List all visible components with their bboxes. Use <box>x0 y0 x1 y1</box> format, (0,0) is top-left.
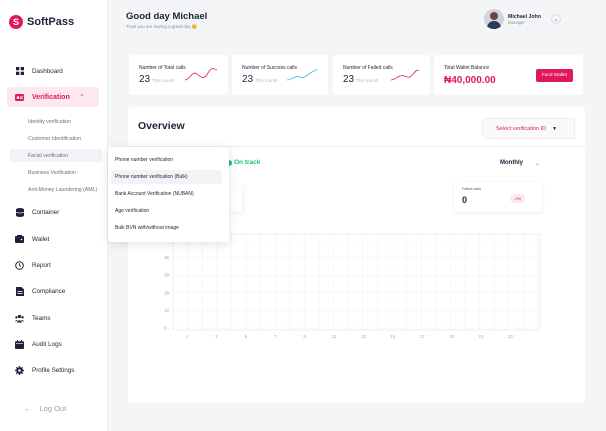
sidebar-item-label: Teams <box>32 314 51 322</box>
sparkline-icon <box>184 68 218 81</box>
sidebar-item-label: Verification <box>32 93 70 101</box>
sidebar-item-dashboard[interactable]: Dashboard <box>7 61 99 81</box>
chart-plot-area <box>172 233 541 331</box>
sidebar-item-compliance[interactable]: Compliance <box>7 281 99 301</box>
chart-ytick-label: 10 <box>164 308 169 313</box>
sub-item-aml[interactable]: Anti-Money Laundering (AML) <box>10 183 102 196</box>
stat-value: 23 This month <box>242 74 278 85</box>
fund-wallet-button[interactable]: Fund Wallet <box>535 69 573 82</box>
logout-button[interactable]: ← Log Out <box>24 404 66 413</box>
document-icon <box>15 286 24 296</box>
user-name: Michael John <box>508 13 541 20</box>
wallet-icon <box>15 235 24 244</box>
stat-label: Number of Failed calls <box>343 65 393 71</box>
sub-item-business-verification[interactable]: Business Verification <box>10 166 102 179</box>
sidebar-item-report[interactable]: Report <box>7 255 99 275</box>
user-role: Manager <box>508 19 525 25</box>
avatar <box>484 9 504 29</box>
chart-xtick-label: 23 <box>508 334 513 339</box>
chart-xtick-label: 19 <box>449 334 454 339</box>
logo[interactable]: S SoftPass <box>9 15 74 29</box>
user-menu[interactable]: Michael John Manager ⌄ <box>484 9 561 29</box>
gear-icon <box>15 365 24 375</box>
chart-xtick-label: 1 <box>186 334 189 339</box>
sidebar-item-audit-logs[interactable]: Audit Logs <box>7 334 99 354</box>
stat-value: 23 This month <box>139 74 175 85</box>
verification-dropdown-menu: Phone number verification Phone number v… <box>108 147 229 242</box>
sidebar-item-label: Report <box>32 261 51 269</box>
sparkline-icon <box>390 69 420 81</box>
greeting-title: Good day Michael <box>126 11 208 22</box>
softpass-logo-icon: S <box>9 15 23 29</box>
dropdown-item-age-verification[interactable]: Age verification <box>111 204 222 218</box>
logout-label: Log Out <box>39 404 67 413</box>
chart-xtick-label: 9 <box>303 334 306 339</box>
chevron-down-icon[interactable]: ⌄ <box>550 14 561 24</box>
verification-icon <box>15 93 24 102</box>
wallet-label: Total Wallet Balance <box>444 65 490 71</box>
stat-value: 23 This month <box>343 74 379 85</box>
chevron-up-icon: ⌃ <box>79 94 84 100</box>
sidebar-item-label: Compliance <box>32 287 66 295</box>
chart-ytick-label: 20 <box>164 290 169 295</box>
chart-ytick-label: 30 <box>164 273 169 278</box>
greeting-subtitle: Trust you are having a great day 😊 <box>126 24 198 29</box>
dropdown-item-bank-verification[interactable]: Bank Account Verification (NUBAN) <box>111 187 222 201</box>
stat-label: Number of Total calls <box>139 65 186 71</box>
chart-xtick-label: 5 <box>245 334 248 339</box>
sidebar: S SoftPass Dashboard Verification ⌃ Iden… <box>0 0 108 431</box>
chart-xtick-label: 15 <box>390 334 395 339</box>
sidebar-item-label: Audit Logs <box>32 340 62 348</box>
sidebar-item-label: Container <box>32 208 60 216</box>
chart-xtick-label: 11 <box>332 334 337 339</box>
chart-xtick-label: 13 <box>361 334 366 339</box>
chart-xtick-label: 17 <box>420 334 425 339</box>
sidebar-item-label: Profile Settings <box>32 366 75 374</box>
clock-icon <box>15 260 24 270</box>
chart-xtick-label: 3 <box>215 334 218 339</box>
stat-card-total: Number of Total calls 23 This month <box>129 55 228 95</box>
sidebar-item-profile-settings[interactable]: Profile Settings <box>7 360 99 380</box>
database-icon <box>15 207 24 217</box>
dropdown-item-bulk-bvn[interactable]: Bulk BVN with/without image <box>111 221 222 235</box>
sidebar-item-container[interactable]: Container <box>7 202 99 222</box>
sparkline-icon <box>286 68 318 81</box>
chart-ytick-label: 40 <box>164 255 169 260</box>
sub-item-facial-verification[interactable]: Facial verification <box>10 149 102 162</box>
teams-icon <box>15 314 24 323</box>
sidebar-item-verification[interactable]: Verification ⌃ <box>7 87 99 107</box>
arrow-left-icon: ← <box>24 404 32 413</box>
grid-icon <box>15 67 24 76</box>
sidebar-item-wallet[interactable]: Wallet <box>7 229 99 249</box>
wallet-card: Total Wallet Balance ₦40,000.00 Fund Wal… <box>434 55 583 95</box>
chart-xtick-label: 7 <box>274 334 277 339</box>
sub-item-identity-verification[interactable]: Identity verification <box>10 115 102 128</box>
sub-item-customer-identification[interactable]: Customer Identification <box>10 132 102 145</box>
sidebar-item-label: Dashboard <box>32 67 63 75</box>
brand-name: SoftPass <box>27 16 75 28</box>
sidebar-item-label: Wallet <box>32 235 50 243</box>
dropdown-item-phone-verification-bulk[interactable]: Phone number verification (Bulk) <box>111 170 222 184</box>
wallet-balance: ₦40,000.00 <box>444 75 496 86</box>
calendar-icon <box>15 339 24 349</box>
chart-xtick-label: 21 <box>479 334 484 339</box>
sidebar-item-teams[interactable]: Teams <box>7 308 99 328</box>
stat-card-failed: Number of Failed calls 23 This month <box>333 55 430 95</box>
stat-card-success: Number of Success calls 23 This month <box>232 55 328 95</box>
dropdown-item-phone-verification[interactable]: Phone number verification <box>111 153 222 167</box>
chart-ytick-label: 0 - <box>164 326 169 331</box>
